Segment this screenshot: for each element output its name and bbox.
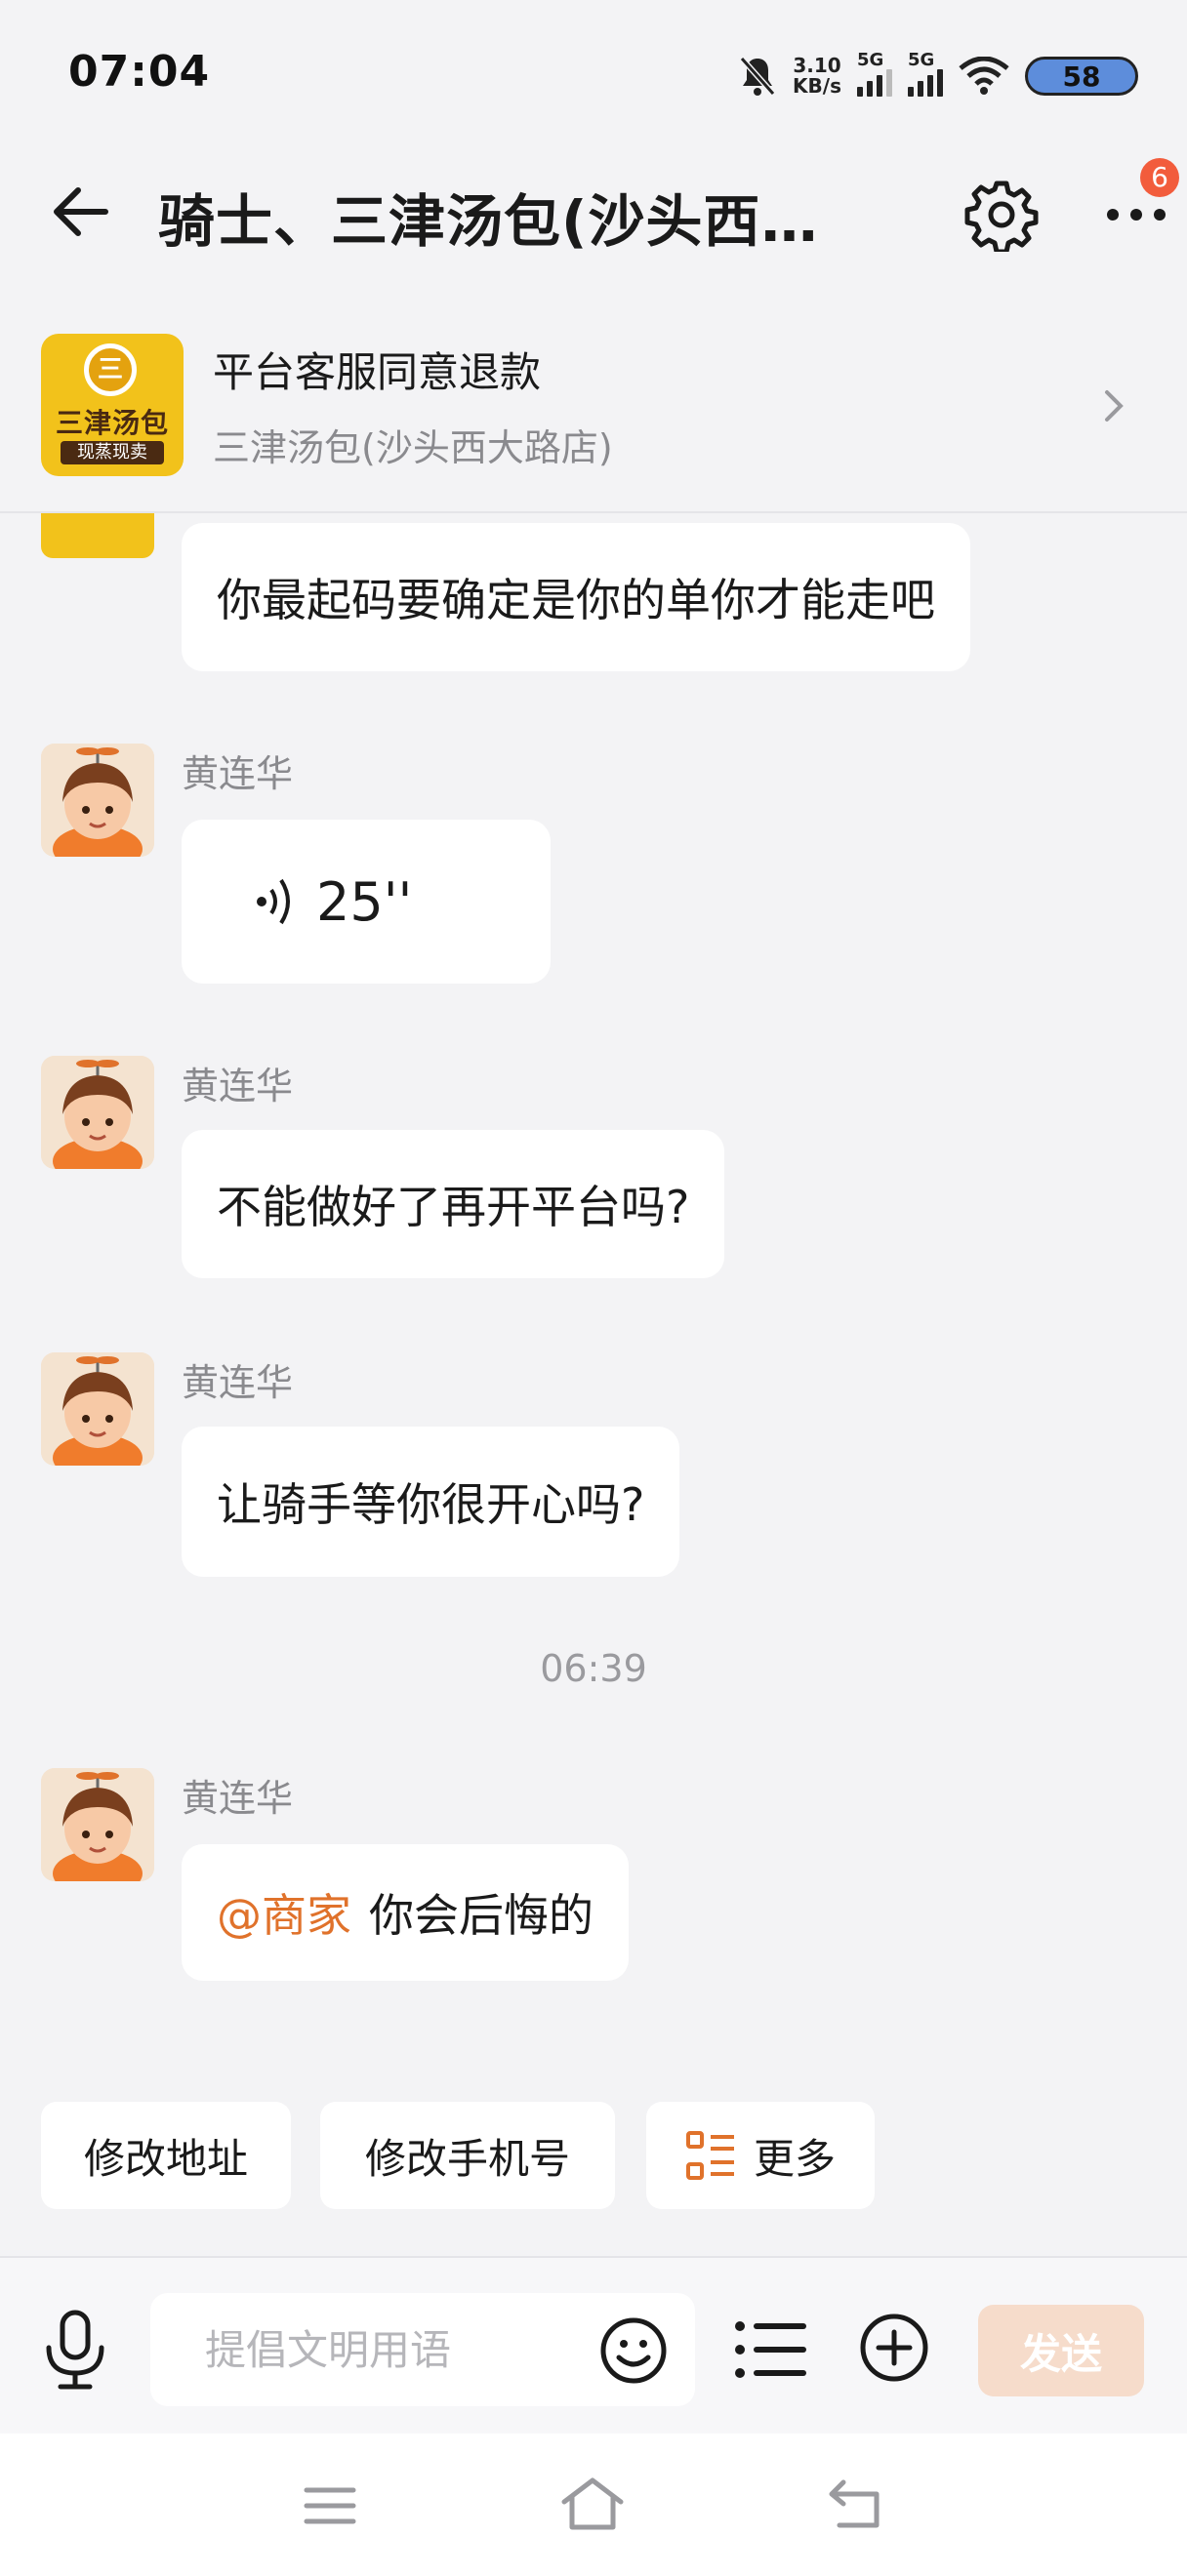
- more-dots-icon[interactable]: [1105, 200, 1167, 229]
- chevron-right-icon: [1105, 390, 1124, 422]
- chip-label: 修改手机号: [364, 2134, 570, 2183]
- microphone-icon[interactable]: [41, 2309, 109, 2393]
- chip-label: 修改地址: [83, 2134, 248, 2183]
- avatar[interactable]: [41, 1352, 154, 1466]
- avatar[interactable]: [41, 1768, 154, 1881]
- rider-avatar-icon: [41, 1056, 154, 1169]
- shop-logo: 三 三津汤包 现蒸现卖: [41, 334, 184, 476]
- list-icon[interactable]: [734, 2320, 808, 2379]
- chat-title: 骑士、三津汤包(沙头西…: [158, 188, 819, 255]
- order-shop-name: 三津汤包(沙头西大路店): [213, 426, 613, 469]
- shop-avatar-partial: [41, 513, 154, 558]
- mention-tag[interactable]: @商家: [217, 1880, 351, 1945]
- status-time: 07:04: [68, 47, 211, 97]
- network-type-1: 5G: [857, 50, 884, 70]
- battery-indicator: 58: [1025, 57, 1138, 96]
- edit-phone-button[interactable]: 修改手机号: [320, 2102, 615, 2209]
- wifi-icon: [959, 57, 1009, 95]
- logo-name: 三津汤包: [55, 407, 169, 439]
- message-text: 不能做好了再开平台吗?: [217, 1181, 690, 1233]
- speed-value: 3.10: [793, 54, 841, 77]
- sender-name: 黄连华: [182, 752, 294, 795]
- message-bubble[interactable]: 不能做好了再开平台吗?: [182, 1130, 725, 1278]
- message-text: 你会后悔的: [369, 1889, 594, 1942]
- rider-avatar-icon: [41, 1352, 154, 1466]
- voice-duration: 25'': [316, 870, 413, 933]
- rider-avatar-icon: [41, 744, 154, 857]
- signal-strength-1: 5G: [857, 50, 892, 97]
- status-icons: 3.10 KB/s 5G 5G 58: [738, 49, 1138, 103]
- message-text: 你最起码要确定是你的单你才能走吧: [217, 574, 935, 626]
- signal-strength-2: 5G: [908, 50, 943, 97]
- emoji-icon[interactable]: [599, 2316, 668, 2385]
- rider-avatar-icon: [41, 1768, 154, 1881]
- notification-badge: 6: [1140, 158, 1179, 197]
- voice-message-bubble[interactable]: 25'': [182, 820, 551, 984]
- back-arrow-icon[interactable]: [49, 181, 111, 243]
- message-bubble[interactable]: 你最起码要确定是你的单你才能走吧: [182, 523, 970, 671]
- more-actions-button[interactable]: 更多: [646, 2102, 875, 2209]
- gear-icon[interactable]: [964, 178, 1039, 252]
- sender-name: 黄连华: [182, 1065, 294, 1107]
- sender-name: 黄连华: [182, 1361, 294, 1404]
- add-plus-icon[interactable]: [859, 2313, 929, 2383]
- back-nav-icon[interactable]: [826, 2478, 884, 2529]
- edit-address-button[interactable]: 修改地址: [41, 2102, 291, 2209]
- network-type-2: 5G: [908, 50, 935, 70]
- send-label: 发送: [1019, 2329, 1102, 2378]
- voice-wave-icon: [257, 878, 290, 925]
- order-status-text: 平台客服同意退款: [213, 348, 542, 396]
- menu-icon[interactable]: [303, 2484, 357, 2527]
- send-button[interactable]: 发送: [978, 2305, 1144, 2396]
- chip-label: 更多: [753, 2134, 836, 2183]
- home-icon[interactable]: [560, 2476, 625, 2531]
- time-divider: 06:39: [540, 1647, 647, 1690]
- logo-symbol: 三: [84, 343, 137, 396]
- message-bubble[interactable]: @商家 你会后悔的: [182, 1844, 629, 1981]
- message-text: 让骑手等你很开心吗?: [217, 1478, 645, 1531]
- message-bubble[interactable]: 让骑手等你很开心吗?: [182, 1427, 680, 1577]
- network-speed: 3.10 KB/s: [793, 56, 841, 97]
- sender-name: 黄连华: [182, 1777, 294, 1820]
- speed-unit: KB/s: [793, 74, 841, 98]
- menu-list-icon: [685, 2131, 734, 2180]
- avatar[interactable]: [41, 744, 154, 857]
- mute-bell-icon: [739, 57, 776, 96]
- avatar[interactable]: [41, 1056, 154, 1169]
- logo-slogan: 现蒸现卖: [61, 441, 164, 464]
